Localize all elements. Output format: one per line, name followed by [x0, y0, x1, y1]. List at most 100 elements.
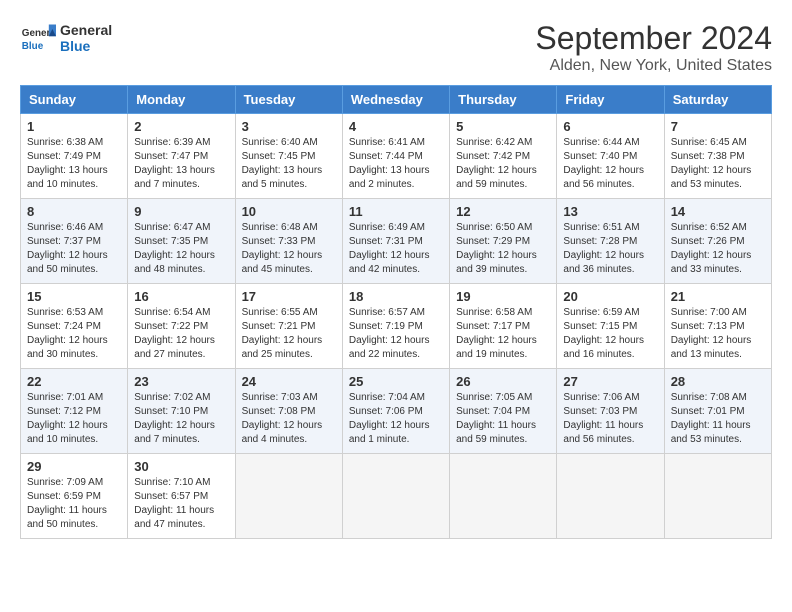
day-info: Sunrise: 6:59 AM Sunset: 7:15 PM Dayligh… — [563, 306, 657, 362]
calendar-cell: 25Sunrise: 7:04 AM Sunset: 7:06 PM Dayli… — [342, 369, 449, 454]
calendar-cell: 6 Sunrise: 6:44 AM Sunset: 7:40 PM Daylig… — [557, 114, 664, 199]
title-section: September 2024 Alden, New York, United S… — [535, 20, 772, 75]
calendar-cell: 7 Sunrise: 6:45 AM Sunset: 7:38 PM Daylig… — [664, 114, 771, 199]
calendar-cell — [342, 454, 449, 539]
calendar-cell: 13 Sunrise: 6:51 AM Sunset: 7:28 PM Dayli… — [557, 199, 664, 284]
day-number: 11 — [349, 204, 443, 219]
col-sunday: Sunday — [21, 86, 128, 114]
day-number: 29 — [27, 459, 121, 474]
calendar-cell: 5 Sunrise: 6:42 AM Sunset: 7:42 PM Daylig… — [450, 114, 557, 199]
calendar-cell: 18 Sunrise: 6:57 AM Sunset: 7:19 PM Dayli… — [342, 284, 449, 369]
day-number: 25 — [349, 374, 443, 389]
day-info: Sunrise: 6:40 AM Sunset: 7:45 PM Dayligh… — [242, 136, 336, 192]
day-info: Sunrise: 6:57 AM Sunset: 7:19 PM Dayligh… — [349, 306, 443, 362]
calendar-cell: 21 Sunrise: 7:00 AM Sunset: 7:13 PM Dayli… — [664, 284, 771, 369]
col-tuesday: Tuesday — [235, 86, 342, 114]
day-number: 6 — [563, 119, 657, 134]
day-info: Sunrise: 7:06 AM Sunset: 7:03 PM Dayligh… — [563, 391, 657, 447]
col-saturday: Saturday — [664, 86, 771, 114]
day-number: 13 — [563, 204, 657, 219]
month-title: September 2024 — [535, 20, 772, 57]
header-row: Sunday Monday Tuesday Wednesday Thursday… — [21, 86, 772, 114]
day-number: 8 — [27, 204, 121, 219]
col-monday: Monday — [128, 86, 235, 114]
calendar-cell: 8 Sunrise: 6:46 AM Sunset: 7:37 PM Daylig… — [21, 199, 128, 284]
col-wednesday: Wednesday — [342, 86, 449, 114]
day-number: 15 — [27, 289, 121, 304]
location-title: Alden, New York, United States — [535, 57, 772, 75]
calendar-cell: 28 Sunrise: 7:08 AM Sunset: 7:01 PM Dayli… — [664, 369, 771, 454]
week-row-4: 22 Sunrise: 7:01 AM Sunset: 7:12 PM Dayli… — [21, 369, 772, 454]
calendar-cell: 2 Sunrise: 6:39 AM Sunset: 7:47 PM Daylig… — [128, 114, 235, 199]
col-thursday: Thursday — [450, 86, 557, 114]
day-number: 23 — [134, 374, 228, 389]
day-info: Sunrise: 6:47 AM Sunset: 7:35 PM Dayligh… — [134, 221, 228, 277]
day-number: 22 — [27, 374, 121, 389]
calendar-cell — [664, 454, 771, 539]
calendar-cell — [450, 454, 557, 539]
day-number: 2 — [134, 119, 228, 134]
day-number: 16 — [134, 289, 228, 304]
logo-text: General Blue — [60, 22, 112, 54]
calendar-cell: 12 Sunrise: 6:50 AM Sunset: 7:29 PM Dayli… — [450, 199, 557, 284]
logo-icon: General Blue — [20, 20, 56, 56]
day-number: 28 — [671, 374, 765, 389]
calendar-cell: 15 Sunrise: 6:53 AM Sunset: 7:24 PM Dayli… — [21, 284, 128, 369]
day-info: Sunrise: 6:42 AM Sunset: 7:42 PM Dayligh… — [456, 136, 550, 192]
day-number: 27 — [563, 374, 657, 389]
calendar-cell: 10Sunrise: 6:48 AM Sunset: 7:33 PM Dayli… — [235, 199, 342, 284]
day-info: Sunrise: 7:09 AM Sunset: 6:59 PM Dayligh… — [27, 476, 121, 532]
week-row-5: 29 Sunrise: 7:09 AM Sunset: 6:59 PM Dayli… — [21, 454, 772, 539]
day-info: Sunrise: 7:10 AM Sunset: 6:57 PM Dayligh… — [134, 476, 228, 532]
day-number: 12 — [456, 204, 550, 219]
calendar-cell: 1Sunrise: 6:38 AM Sunset: 7:49 PM Daylig… — [21, 114, 128, 199]
day-info: Sunrise: 6:39 AM Sunset: 7:47 PM Dayligh… — [134, 136, 228, 192]
day-info: Sunrise: 6:38 AM Sunset: 7:49 PM Dayligh… — [27, 136, 121, 192]
calendar-cell: 19Sunrise: 6:58 AM Sunset: 7:17 PM Dayli… — [450, 284, 557, 369]
calendar-cell: 29 Sunrise: 7:09 AM Sunset: 6:59 PM Dayli… — [21, 454, 128, 539]
day-info: Sunrise: 7:03 AM Sunset: 7:08 PM Dayligh… — [242, 391, 336, 447]
calendar-cell: 26Sunrise: 7:05 AM Sunset: 7:04 PM Dayli… — [450, 369, 557, 454]
calendar-cell: 16 Sunrise: 6:54 AM Sunset: 7:22 PM Dayli… — [128, 284, 235, 369]
day-info: Sunrise: 6:46 AM Sunset: 7:37 PM Dayligh… — [27, 221, 121, 277]
day-info: Sunrise: 6:44 AM Sunset: 7:40 PM Dayligh… — [563, 136, 657, 192]
week-row-3: 15 Sunrise: 6:53 AM Sunset: 7:24 PM Dayli… — [21, 284, 772, 369]
day-info: Sunrise: 6:54 AM Sunset: 7:22 PM Dayligh… — [134, 306, 228, 362]
day-info: Sunrise: 6:45 AM Sunset: 7:38 PM Dayligh… — [671, 136, 765, 192]
day-number: 10 — [242, 204, 336, 219]
day-number: 7 — [671, 119, 765, 134]
calendar-cell: 14 Sunrise: 6:52 AM Sunset: 7:26 PM Dayli… — [664, 199, 771, 284]
calendar-cell: 24 Sunrise: 7:03 AM Sunset: 7:08 PM Dayli… — [235, 369, 342, 454]
day-number: 18 — [349, 289, 443, 304]
calendar-cell: 30 Sunrise: 7:10 AM Sunset: 6:57 PM Dayli… — [128, 454, 235, 539]
calendar-cell: 20 Sunrise: 6:59 AM Sunset: 7:15 PM Dayli… — [557, 284, 664, 369]
day-number: 9 — [134, 204, 228, 219]
day-info: Sunrise: 7:00 AM Sunset: 7:13 PM Dayligh… — [671, 306, 765, 362]
day-number: 20 — [563, 289, 657, 304]
day-info: Sunrise: 6:50 AM Sunset: 7:29 PM Dayligh… — [456, 221, 550, 277]
calendar-cell — [557, 454, 664, 539]
day-info: Sunrise: 7:01 AM Sunset: 7:12 PM Dayligh… — [27, 391, 121, 447]
day-number: 26 — [456, 374, 550, 389]
week-row-1: 1Sunrise: 6:38 AM Sunset: 7:49 PM Daylig… — [21, 114, 772, 199]
day-info: Sunrise: 6:53 AM Sunset: 7:24 PM Dayligh… — [27, 306, 121, 362]
day-number: 21 — [671, 289, 765, 304]
logo: General Blue General Blue — [20, 20, 112, 56]
day-info: Sunrise: 6:52 AM Sunset: 7:26 PM Dayligh… — [671, 221, 765, 277]
calendar-table: Sunday Monday Tuesday Wednesday Thursday… — [20, 85, 772, 539]
day-info: Sunrise: 7:08 AM Sunset: 7:01 PM Dayligh… — [671, 391, 765, 447]
day-number: 14 — [671, 204, 765, 219]
day-number: 3 — [242, 119, 336, 134]
day-info: Sunrise: 6:49 AM Sunset: 7:31 PM Dayligh… — [349, 221, 443, 277]
calendar-cell: 23Sunrise: 7:02 AM Sunset: 7:10 PM Dayli… — [128, 369, 235, 454]
calendar-cell — [235, 454, 342, 539]
day-number: 24 — [242, 374, 336, 389]
day-number: 5 — [456, 119, 550, 134]
day-info: Sunrise: 6:41 AM Sunset: 7:44 PM Dayligh… — [349, 136, 443, 192]
day-info: Sunrise: 6:51 AM Sunset: 7:28 PM Dayligh… — [563, 221, 657, 277]
day-number: 19 — [456, 289, 550, 304]
calendar-cell: 9 Sunrise: 6:47 AM Sunset: 7:35 PM Daylig… — [128, 199, 235, 284]
day-number: 30 — [134, 459, 228, 474]
col-friday: Friday — [557, 86, 664, 114]
day-info: Sunrise: 6:55 AM Sunset: 7:21 PM Dayligh… — [242, 306, 336, 362]
